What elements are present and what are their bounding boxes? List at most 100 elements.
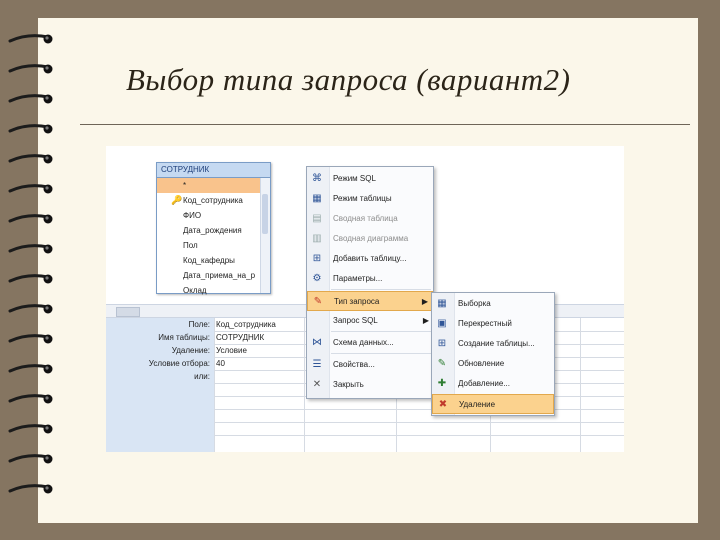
menu-item-label: Сводная таблица — [333, 214, 398, 223]
pivot-chart-icon: ▥ — [312, 233, 322, 244]
binding-ring — [8, 362, 54, 376]
binding-ring — [8, 212, 54, 226]
submenu-item[interactable]: ✖ Удаление — [432, 394, 554, 414]
crosstab-icon: ▣ — [437, 318, 447, 329]
submenu-item-label: Создание таблицы... — [458, 339, 535, 348]
submenu-item[interactable]: ⊞ Создание таблицы... — [432, 334, 554, 354]
grid-row-label: или: — [194, 372, 210, 381]
binding-ring — [8, 302, 54, 316]
context-menu-item[interactable]: Запрос SQL ▶ — [307, 311, 433, 331]
grid-line — [214, 435, 624, 436]
submenu-item-label: Обновление — [458, 359, 505, 368]
field-label: Пол — [183, 241, 198, 250]
submenu-arrow-icon: ▶ — [421, 297, 428, 306]
menu-item-label: Закрыть — [333, 380, 364, 389]
grid-line — [214, 422, 624, 423]
menu-item-label: Параметры... — [333, 274, 383, 283]
submenu-item[interactable]: ▣ Перекрестный — [432, 314, 554, 334]
context-menu-item[interactable]: ⋈ Схема данных... — [307, 333, 433, 353]
menu-item-label: Режим SQL — [333, 174, 376, 183]
submenu-item-label: Добавление... — [458, 379, 510, 388]
context-menu-item[interactable]: ⊞ Добавить таблицу... — [307, 249, 433, 269]
binding-ring — [8, 392, 54, 406]
grid-column-line — [580, 318, 581, 452]
context-menu-item[interactable]: ⚙ Параметры... — [307, 269, 433, 289]
menu-separator — [331, 331, 431, 332]
table-field[interactable]: Пол — [157, 238, 270, 253]
context-menu-item: ▥ Сводная диаграмма — [307, 229, 433, 249]
field-label: * — [183, 181, 187, 190]
field-label: Дата_рождения — [183, 226, 242, 235]
binding-ring — [8, 422, 54, 436]
context-menu-item: ▤ Сводная таблица — [307, 209, 433, 229]
delete-query-icon: ✖ — [438, 399, 448, 410]
table-field[interactable]: * — [157, 178, 270, 193]
close-icon: ✕ — [312, 379, 322, 390]
grid-column-line — [214, 318, 215, 452]
query-designer-screenshot: СОТРУДНИК * 🔑 Код_сотрудника ФИО Дата_рожден… — [106, 146, 624, 452]
binding-ring — [8, 272, 54, 286]
field-label: Код_кафедры — [183, 256, 235, 265]
context-menu-item[interactable]: ✕ Закрыть — [307, 375, 433, 395]
make-table-icon: ⊞ — [437, 338, 447, 349]
menu-separator — [331, 289, 431, 290]
table-field[interactable]: Дата_приема_на_р — [157, 268, 270, 283]
table-field[interactable]: Оклад — [157, 283, 270, 298]
grid-row-headers: Поле: Имя таблицы: Удаление: Условие отбора… — [106, 318, 214, 452]
submenu-item[interactable]: ✎ Обновление — [432, 354, 554, 374]
datasheet-icon: ▦ — [312, 193, 322, 204]
menu-item-label: Добавить таблицу... — [333, 254, 407, 263]
binding-ring — [8, 62, 54, 76]
context-menu-item[interactable]: ⌘ Режим SQL — [307, 169, 433, 189]
parameters-icon: ⚙ — [312, 273, 322, 284]
menu-separator — [331, 353, 431, 354]
context-menu: ⌘ Режим SQL ▦ Режим таблицы ▤ Сводная таблица… — [306, 166, 434, 399]
table-name: СОТРУДНИК — [157, 163, 270, 178]
context-menu-item[interactable]: ☰ Свойства... — [307, 355, 433, 375]
slide-title: Выбор типа запроса (вариант2) — [126, 62, 571, 97]
submenu-item-label: Удаление — [459, 400, 496, 409]
table-field[interactable]: 🔑 Код_сотрудника — [157, 193, 270, 208]
field-label: Дата_приема_на_р — [183, 271, 256, 280]
append-icon: ✚ — [437, 378, 447, 389]
primary-key-icon: 🔑 — [171, 195, 183, 205]
grid-column-line — [304, 318, 305, 452]
binding-ring — [8, 152, 54, 166]
grid-row-label: Поле: — [188, 320, 210, 329]
add-table-icon: ⊞ — [312, 253, 322, 264]
context-menu-item[interactable]: ▦ Режим таблицы — [307, 189, 433, 209]
binding-ring — [8, 122, 54, 136]
grid-cell[interactable]: Условие — [216, 346, 247, 355]
update-icon: ✎ — [437, 358, 447, 369]
scroll-thumb[interactable] — [262, 194, 268, 234]
binding-ring — [8, 182, 54, 196]
menu-item-label: Запрос SQL — [333, 316, 378, 325]
field-label: Оклад — [183, 286, 207, 295]
properties-icon: ☰ — [312, 359, 322, 370]
menu-item-label: Режим таблицы — [333, 194, 392, 203]
table-field[interactable]: ФИО — [157, 208, 270, 223]
binding-ring — [8, 332, 54, 346]
table-field[interactable]: Дата_рождения — [157, 223, 270, 238]
sql-icon: ⌘ — [312, 173, 322, 184]
menu-item-label: Сводная диаграмма — [333, 234, 409, 243]
select-query-icon: ▦ — [437, 298, 447, 309]
grid-cell[interactable]: СОТРУДНИК — [216, 333, 264, 342]
menu-item-label: Тип запроса — [334, 297, 380, 306]
binding-ring — [8, 32, 54, 46]
relationships-icon: ⋈ — [312, 337, 322, 348]
query-type-icon: ✎ — [313, 296, 323, 307]
table-field[interactable]: Код_кафедры — [157, 253, 270, 268]
field-list: * 🔑 Код_сотрудника ФИО Дата_рождения Пол Код_к… — [157, 178, 270, 298]
binding-ring — [8, 452, 54, 466]
submenu-item[interactable]: ▦ Выборка — [432, 294, 554, 314]
table-box-employee[interactable]: СОТРУДНИК * 🔑 Код_сотрудника ФИО Дата_рожден… — [156, 162, 271, 295]
grid-cell[interactable]: 40 — [216, 359, 225, 368]
binding-ring — [8, 242, 54, 256]
grid-cell[interactable]: Код_сотрудника — [216, 320, 276, 329]
context-menu-item[interactable]: ✎ Тип запроса ▶ — [307, 291, 433, 311]
horizontal-scroll-thumb[interactable] — [116, 307, 140, 317]
binding-ring — [8, 482, 54, 496]
field-list-scrollbar[interactable] — [260, 178, 270, 293]
submenu-item[interactable]: ✚ Добавление... — [432, 374, 554, 394]
